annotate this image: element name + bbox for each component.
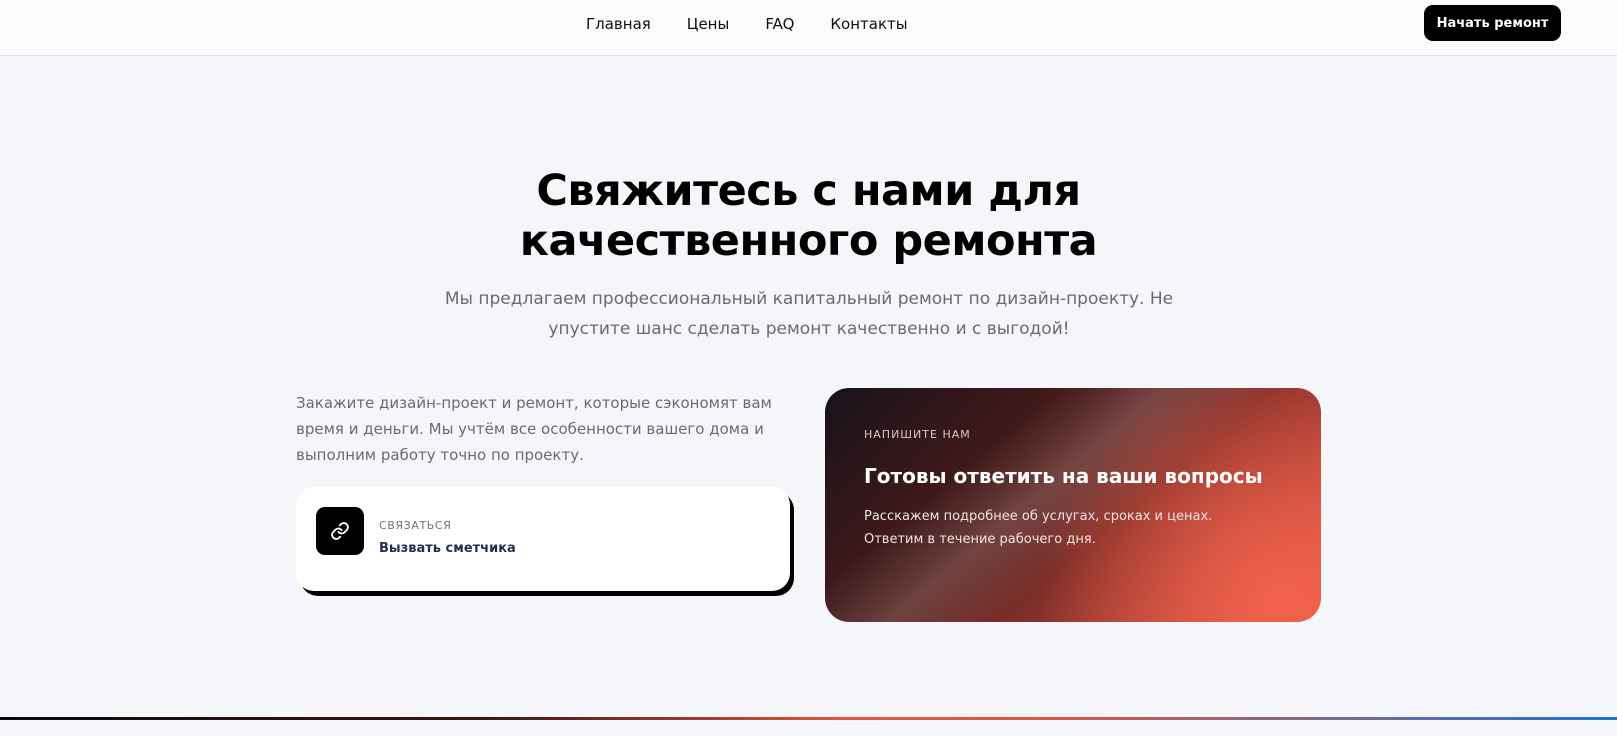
contact-card-kicker: Связаться: [379, 519, 452, 532]
page-subtitle: Мы предлагаем профессиональный капитальн…: [444, 289, 1174, 339]
nav-link-home[interactable]: Главная: [586, 15, 651, 33]
gradient-divider: [0, 717, 1617, 720]
write-us-card: Напишите нам Готовы ответить на ваши воп…: [825, 388, 1321, 622]
call-estimator-link[interactable]: Вызвать сметчика: [379, 541, 516, 556]
top-navigation-bar: Главная Цены FAQ Контакты Начать ремонт: [0, 0, 1617, 56]
link-icon: [316, 507, 364, 555]
intro-description: Закажите дизайн-проект и ремонт, которые…: [296, 394, 772, 464]
page-title-line-1: Свяжитесь с нами для: [536, 166, 1081, 216]
nav-link-contacts[interactable]: Контакты: [830, 15, 907, 33]
promo-card-kicker: Напишите нам: [864, 428, 971, 441]
page-title-line-2: качественного ремонта: [519, 216, 1098, 266]
page-title: Свяжитесь с нами для качественного ремон…: [0, 166, 1617, 266]
main-navigation: Главная Цены FAQ Контакты: [586, 15, 908, 33]
call-estimator-card[interactable]: Связаться Вызвать сметчика: [296, 487, 790, 591]
promo-card-title: Готовы ответить на ваши вопросы: [864, 464, 1263, 488]
promo-card-description: Расскажем подробнее об услугах, сроках и…: [864, 509, 1213, 547]
nav-link-faq[interactable]: FAQ: [765, 15, 794, 33]
start-renovation-button[interactable]: Начать ремонт: [1424, 5, 1561, 41]
nav-link-prices[interactable]: Цены: [687, 15, 730, 33]
